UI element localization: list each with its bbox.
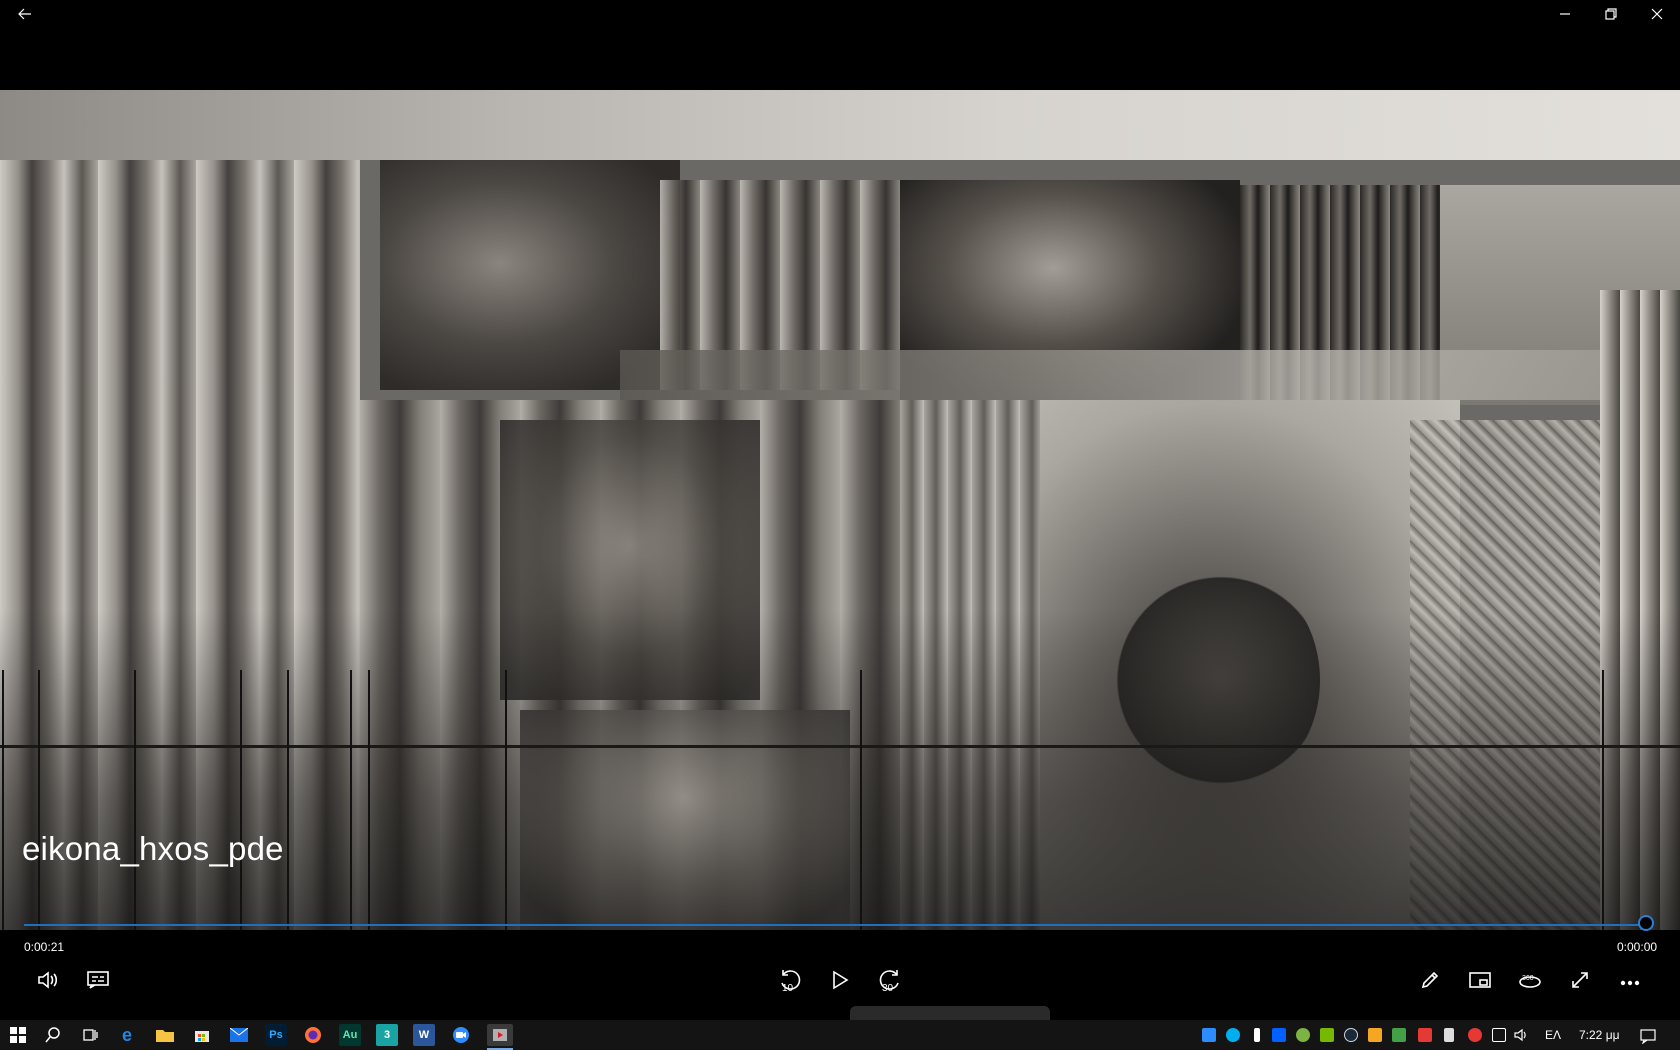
miniview-button[interactable] [1460, 962, 1500, 1002]
taskbar: e Ps Au 3 W ΕΛ 7:22 μμ [0, 1020, 1680, 1050]
network-tray-icon[interactable] [1492, 1028, 1506, 1042]
photoshop-icon[interactable]: Ps [265, 1024, 287, 1046]
antivirus-tray-icon[interactable] [1468, 1028, 1482, 1042]
more-options-button[interactable] [1610, 962, 1650, 1002]
view-360-icon: 360 [1518, 970, 1542, 995]
seek-thumb[interactable] [1638, 915, 1654, 931]
edit-button[interactable] [1410, 962, 1450, 1002]
dropbox-tray-icon[interactable] [1272, 1028, 1286, 1042]
close-button[interactable] [1634, 0, 1680, 32]
store-icon[interactable] [191, 1024, 213, 1046]
word-icon[interactable]: W [413, 1024, 435, 1046]
edge-icon[interactable]: e [116, 1024, 138, 1046]
firefox-icon[interactable] [302, 1024, 324, 1046]
speaker-tray-icon[interactable] [1514, 1028, 1528, 1042]
svg-text:360: 360 [1522, 975, 1534, 982]
fullscreen-button[interactable] [1560, 962, 1600, 1002]
subtitles-icon [87, 970, 109, 994]
restore-button[interactable] [1588, 0, 1634, 32]
app-tray-icon[interactable] [1296, 1028, 1310, 1042]
language-indicator[interactable]: ΕΛ [1545, 1028, 1561, 1042]
adobe-tray-icon[interactable] [1418, 1028, 1432, 1042]
subtitles-button[interactable] [78, 962, 118, 1002]
battery-tray-icon[interactable] [1392, 1028, 1406, 1042]
taskbar-handle [850, 1006, 1050, 1020]
clock[interactable]: 7:22 μμ [1579, 1028, 1620, 1042]
title-bar [0, 0, 1680, 32]
elapsed-time: 0:00:21 [24, 940, 65, 954]
app-3-icon[interactable]: 3 [376, 1024, 398, 1046]
minimize-icon [1559, 7, 1571, 25]
skip-forward-button[interactable]: 30 [870, 962, 910, 1002]
close-icon [1651, 7, 1663, 25]
back-button[interactable] [2, 0, 48, 32]
skip-forward-label: 30 [882, 983, 894, 994]
task-view-icon[interactable] [79, 1024, 101, 1046]
volume-icon [37, 970, 59, 994]
play-button[interactable] [820, 962, 860, 1002]
restore-icon [1605, 7, 1617, 25]
fullscreen-icon [1570, 970, 1590, 995]
film-icon[interactable] [487, 1024, 513, 1046]
video-frame[interactable] [0, 90, 1680, 930]
pencil-icon [1420, 970, 1440, 995]
view-360-button[interactable]: 360 [1510, 962, 1550, 1002]
back-arrow-icon [18, 7, 32, 25]
windows-logo-icon[interactable] [7, 1024, 29, 1046]
steam-tray-icon[interactable] [1344, 1028, 1358, 1042]
skype-tray-icon[interactable] [1226, 1028, 1240, 1042]
audition-icon[interactable]: Au [339, 1024, 361, 1046]
ellipsis-icon [1620, 973, 1640, 991]
zoom-tray-icon[interactable] [1202, 1028, 1216, 1042]
mail-icon[interactable] [228, 1024, 250, 1046]
zoom-icon[interactable] [450, 1024, 472, 1046]
media-title: eikona_hxos_pde [22, 830, 284, 867]
shield-tray-icon[interactable] [1368, 1028, 1382, 1042]
usb-tray-icon[interactable] [1444, 1028, 1454, 1042]
volume-button[interactable] [28, 962, 68, 1002]
notifications-icon[interactable] [1640, 1028, 1656, 1045]
seek-bar[interactable] [24, 924, 1646, 926]
folder-icon[interactable] [154, 1024, 176, 1046]
skip-back-button[interactable]: 10 [770, 962, 810, 1002]
search-icon[interactable] [42, 1024, 64, 1046]
minimize-button[interactable] [1542, 0, 1588, 32]
microphone-tray-icon[interactable] [1254, 1028, 1260, 1042]
play-icon [831, 970, 849, 995]
skip-back-label: 10 [782, 983, 794, 994]
miniview-icon [1469, 971, 1491, 993]
remaining-time: 0:00:00 [1617, 940, 1658, 954]
nvidia-tray-icon[interactable] [1320, 1028, 1334, 1042]
